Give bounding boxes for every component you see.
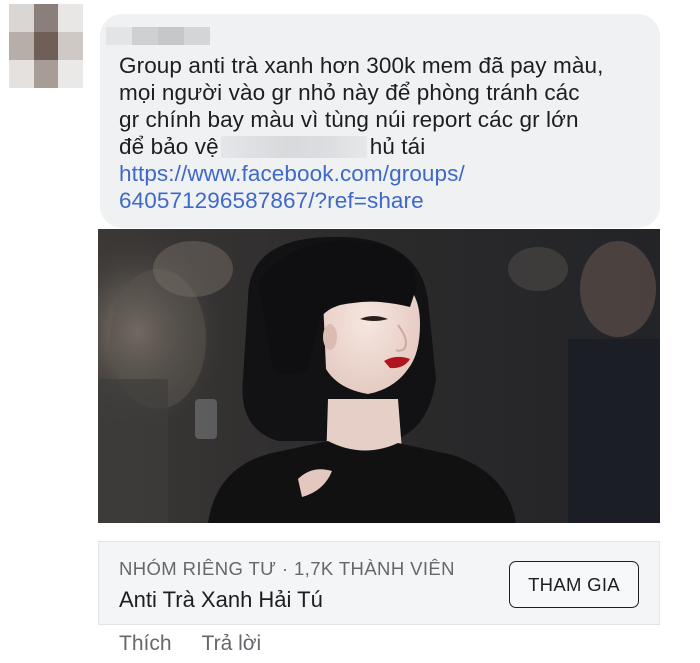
group-link-line-1[interactable]: https://www.facebook.com/groups/ — [119, 160, 649, 187]
comment-actions: Thích Trả lời — [119, 632, 261, 656]
woman-portrait-image — [98, 229, 660, 523]
reply-action[interactable]: Trả lời — [202, 632, 262, 656]
comment-text: Group anti trà xanh hơn 300k mem đã pay … — [119, 52, 649, 214]
redacted-name — [220, 136, 367, 158]
comment-line-2: mọi người vào gr nhỏ này để phòng tránh … — [119, 80, 580, 105]
comment-line-4: để bảo vệ hủ tái — [119, 133, 649, 160]
comment-line-1: Group anti trà xanh hơn 300k mem đã pay … — [119, 53, 604, 78]
comment-line-4-end: hủ tái — [369, 134, 426, 159]
group-info-card[interactable]: NHÓM RIÊNG TƯ · 1,7K THÀNH VIÊN Anti Trà… — [98, 541, 660, 625]
comment-line-3: gr chính bay màu vì tùng núi report các … — [119, 107, 579, 132]
commenter-avatar[interactable] — [9, 4, 83, 88]
comment-bubble: Group anti trà xanh hơn 300k mem đã pay … — [100, 14, 660, 228]
group-link-line-2[interactable]: 640571296587867/?ref=share — [119, 187, 649, 214]
like-action[interactable]: Thích — [119, 632, 172, 656]
commenter-name-redacted[interactable] — [106, 27, 210, 45]
group-meta: NHÓM RIÊNG TƯ · 1,7K THÀNH VIÊN — [119, 558, 455, 579]
group-name[interactable]: Anti Trà Xanh Hải Tú — [119, 587, 323, 613]
link-preview-image[interactable] — [98, 229, 660, 523]
join-group-button[interactable]: THAM GIA — [509, 561, 639, 608]
comment-line-4-start: để bảo vệ — [119, 134, 219, 159]
